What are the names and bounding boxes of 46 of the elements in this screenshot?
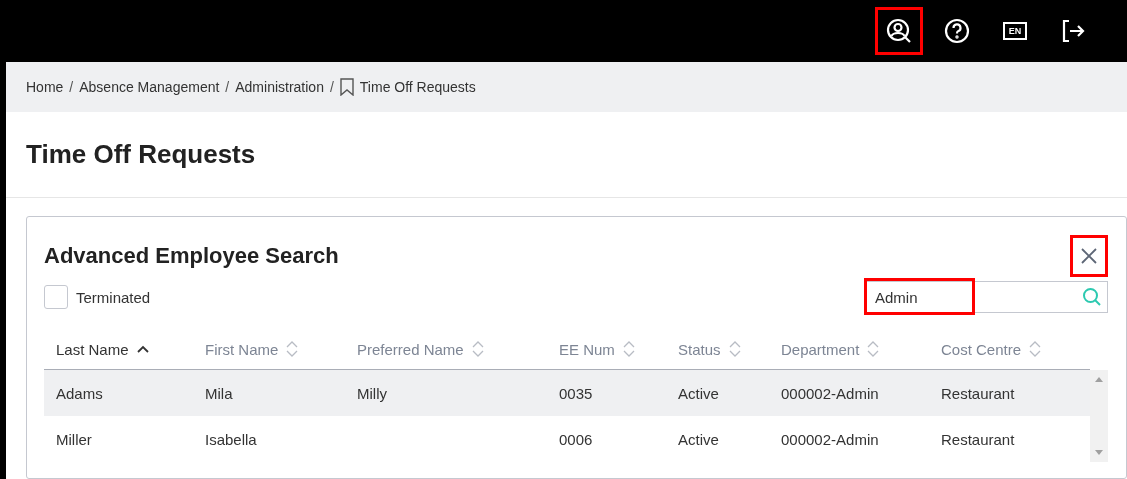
table-cell-text: Mila: [204, 384, 234, 402]
table-cell-text: Miller: [55, 430, 93, 448]
scrollbar[interactable]: [1090, 370, 1108, 462]
page-title: Time Off Requests: [6, 112, 1127, 198]
table-row[interactable]: Miller Isabella 0006 Active 000002-Admin Restaurant: [44, 416, 1090, 462]
search-icon: [1082, 287, 1102, 307]
terminated-checkbox[interactable]: [44, 285, 68, 309]
breadcrumb-separator: /: [69, 79, 74, 95]
dialog-title: Advanced Employee Search: [44, 243, 339, 269]
column-header[interactable]: Department: [781, 340, 860, 358]
breadcrumb-link[interactable]: Administration: [235, 79, 324, 95]
table-cell-text: 000002-Admin: [780, 384, 880, 402]
checkbox-label: Terminated: [76, 288, 151, 306]
user-search-button[interactable]: [875, 7, 923, 55]
logout-icon: [1060, 18, 1086, 44]
table-cell-text: 000002-Admin: [780, 430, 880, 448]
column-header[interactable]: Status: [678, 340, 721, 358]
table-cell-text: 0035: [558, 384, 594, 402]
column-header[interactable]: EE Num: [559, 340, 615, 358]
table-cell-text: 0006: [558, 430, 594, 448]
help-icon: [944, 18, 970, 44]
breadcrumb-separator: /: [225, 79, 230, 95]
language-button[interactable]: EN: [991, 7, 1039, 55]
breadcrumb-separator: /: [329, 79, 334, 95]
close-button[interactable]: [1070, 235, 1108, 277]
column-header[interactable]: Cost Centre: [941, 340, 1022, 358]
column-header[interactable]: Preferred Name: [357, 340, 464, 358]
breadcrumb-link[interactable]: Home: [26, 79, 64, 95]
scroll-down-icon[interactable]: [1095, 450, 1103, 456]
scroll-up-icon[interactable]: [1095, 376, 1103, 382]
column-header[interactable]: First Name: [205, 340, 279, 358]
table-cell-text: Restaurant: [940, 384, 1016, 402]
table-cell-text: Active: [677, 430, 720, 448]
table-cell-text: Active: [677, 384, 720, 402]
column-header[interactable]: Last Name: [56, 340, 129, 358]
user-search-icon: [886, 18, 912, 44]
language-label: EN: [1002, 22, 1028, 40]
search-field[interactable]: Admin: [866, 281, 1108, 313]
breadcrumb-link[interactable]: Time Off Requests: [359, 79, 476, 95]
table-row[interactable]: Adams Mila Milly 0035 Active 000002-Admin Restaurant: [44, 370, 1090, 416]
breadcrumb-link[interactable]: Absence Management: [79, 79, 220, 95]
table-cell-text: Restaurant: [940, 430, 1016, 448]
table-cell-text: Adams: [55, 384, 104, 402]
table-cell-text: Milly: [356, 384, 388, 402]
table-cell-text: Isabella: [204, 430, 258, 448]
close-icon: [1080, 247, 1098, 265]
